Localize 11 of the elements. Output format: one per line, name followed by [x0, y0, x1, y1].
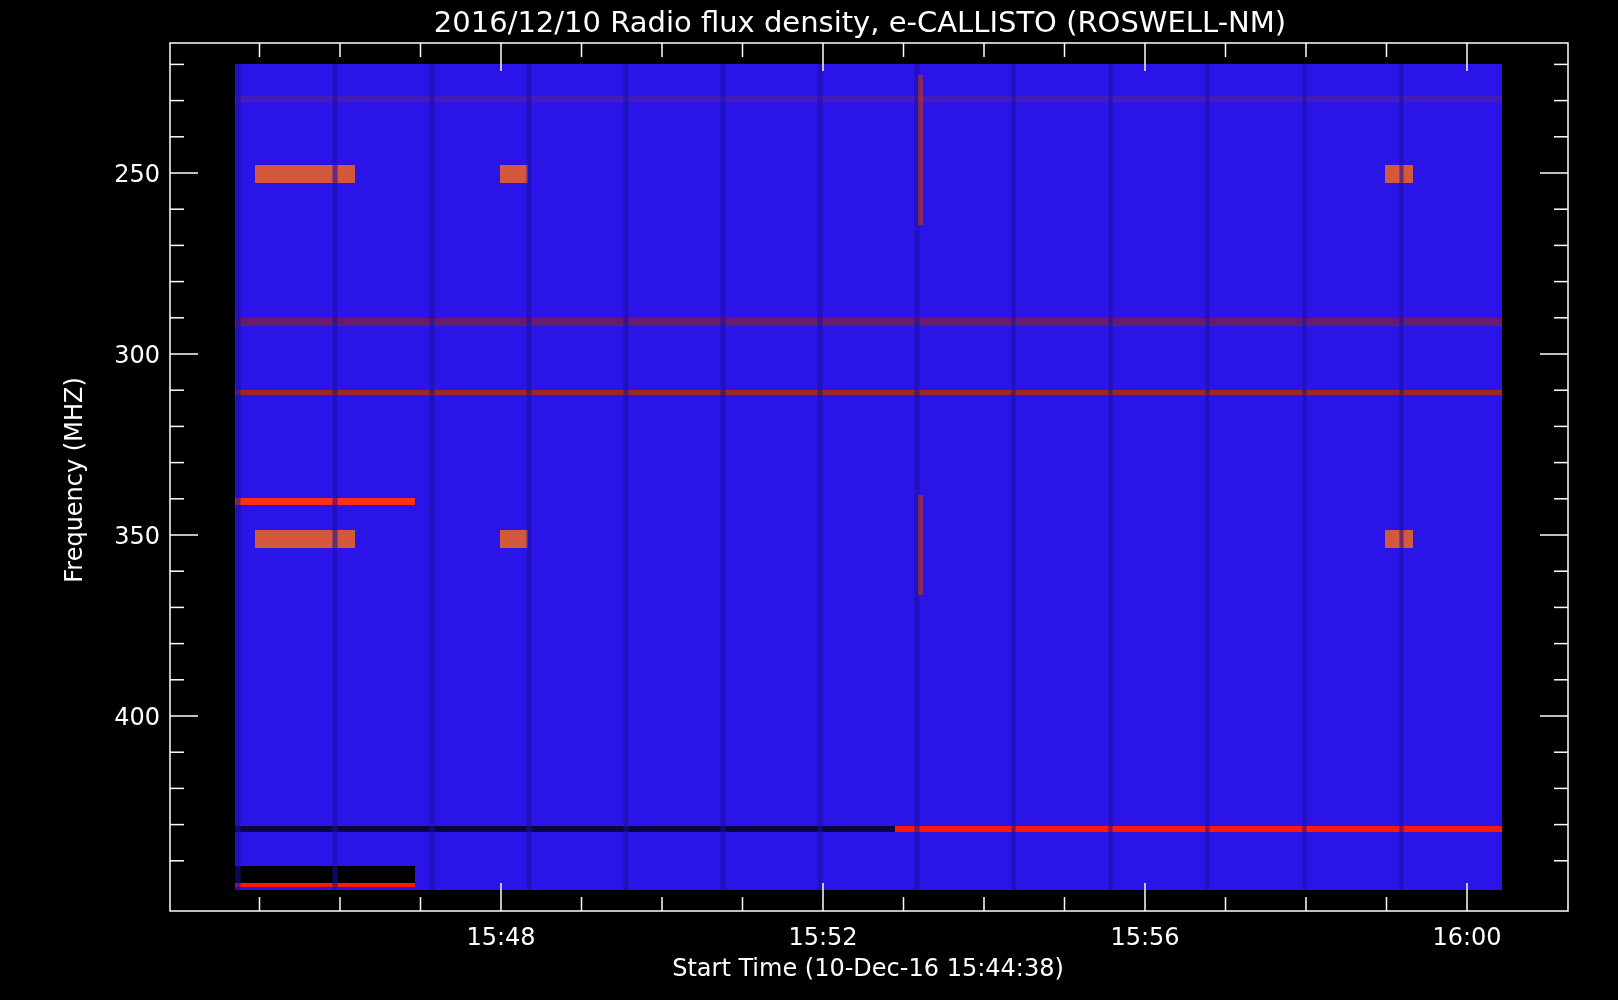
chart-title: 2016/12/10 Radio flux density, e-CALLISTO (ROSWELL-NM) [433, 5, 1287, 39]
y-tick-label: 250 [114, 160, 160, 188]
x-tick-label: 15:48 [466, 923, 536, 951]
x-tick-label: 15:56 [1110, 923, 1180, 951]
y-axis-label: Frequency (MHZ) [60, 377, 88, 583]
x-axis-label: Start Time (10-Dec-16 15:44:38) [672, 954, 1064, 982]
x-tick-label: 15:52 [788, 923, 858, 951]
y-tick-label: 400 [114, 703, 160, 731]
x-tick-label: 16:00 [1432, 923, 1502, 951]
y-tick-label: 350 [114, 522, 160, 550]
y-tick-label: 300 [114, 341, 160, 369]
